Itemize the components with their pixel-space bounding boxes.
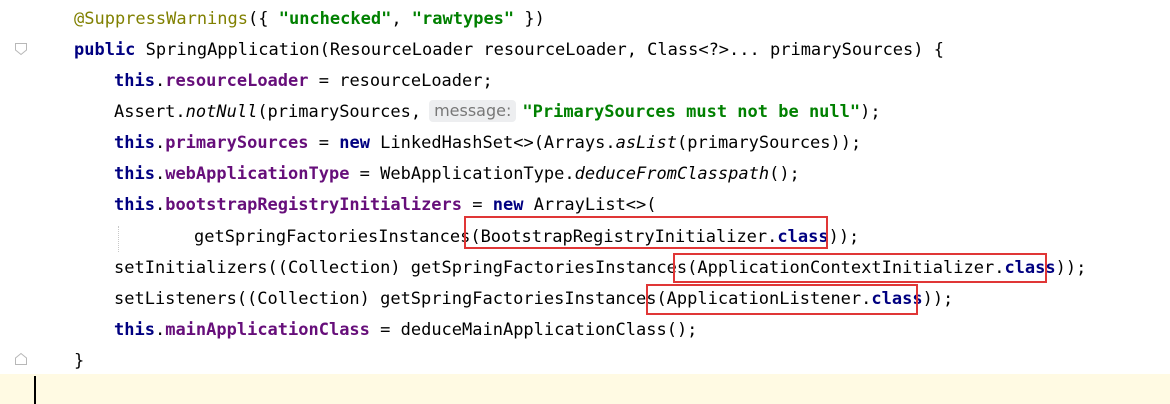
current-line-highlight bbox=[0, 374, 1170, 404]
code-token: )); bbox=[828, 227, 860, 247]
code-token: resourceLoader bbox=[165, 71, 309, 91]
code-token: . bbox=[154, 320, 166, 340]
code-token: = WebApplicationType. bbox=[349, 164, 575, 184]
code-text: this.webApplicationType = WebApplication… bbox=[114, 159, 800, 190]
code-token: ); bbox=[860, 102, 881, 122]
code-text: @SuppressWarnings({ "unchecked", "rawtyp… bbox=[74, 4, 545, 35]
code-token: public bbox=[74, 40, 136, 60]
code-line-2: public SpringApplication(ResourceLoader … bbox=[0, 35, 1170, 66]
code-token: }) bbox=[514, 9, 545, 29]
highlight-box-context-initializer bbox=[673, 253, 1047, 283]
code-line-12: } bbox=[0, 346, 1170, 377]
code-token: LinkedHashSet<>(Arrays. bbox=[369, 133, 616, 153]
code-token: = bbox=[308, 133, 340, 153]
code-line-4: Assert.notNull(primarySources, message: "P… bbox=[0, 97, 1170, 128]
code-token: Assert. bbox=[114, 102, 186, 122]
code-token: webApplicationType bbox=[165, 164, 350, 184]
code-token: )); bbox=[922, 289, 954, 309]
code-token: = deduceMainApplicationClass(); bbox=[369, 320, 698, 340]
code-token: (); bbox=[769, 164, 800, 184]
code-line-11: this.mainApplicationClass = deduceMainAp… bbox=[0, 315, 1170, 346]
highlight-box-listener bbox=[646, 284, 918, 315]
code-token: )); bbox=[1055, 258, 1087, 278]
highlight-box-bootstrap bbox=[464, 216, 828, 249]
code-token: . bbox=[154, 195, 166, 215]
code-token: (primarySources, bbox=[257, 102, 422, 122]
code-token: notNull bbox=[185, 102, 258, 122]
code-token: SpringApplication(ResourceLoader resourc… bbox=[135, 40, 944, 60]
code-token: . bbox=[154, 71, 166, 91]
code-token: this bbox=[114, 133, 155, 153]
code-token: "unchecked" bbox=[278, 9, 392, 29]
code-editor[interactable]: @SuppressWarnings({ "unchecked", "rawtyp… bbox=[0, 0, 1170, 404]
code-token: . bbox=[154, 133, 166, 153]
code-token: primarySources bbox=[165, 133, 309, 153]
code-token: this bbox=[114, 195, 155, 215]
code-token: (primarySources)); bbox=[677, 133, 862, 153]
code-token: , bbox=[391, 9, 412, 29]
code-token: new bbox=[339, 133, 370, 153]
code-text: Assert.notNull(primarySources, message: "P… bbox=[114, 97, 881, 128]
code-token: this bbox=[114, 71, 155, 91]
code-token: deduceFromClasspath bbox=[574, 164, 770, 184]
indent-guide bbox=[118, 226, 119, 252]
code-token: new bbox=[492, 195, 524, 215]
code-line-6: this.webApplicationType = WebApplication… bbox=[0, 159, 1170, 190]
code-token: "rawtypes" bbox=[411, 9, 515, 29]
code-token: = bbox=[462, 195, 493, 215]
code-line-5: this.primarySources = new LinkedHashSet<… bbox=[0, 128, 1170, 159]
code-token: bootstrapRegistryInitializers bbox=[165, 195, 463, 215]
code-text: public SpringApplication(ResourceLoader … bbox=[74, 35, 944, 66]
code-text: this.resourceLoader = resourceLoader; bbox=[114, 66, 493, 97]
code-token: "PrimarySources must not be null" bbox=[522, 102, 861, 122]
code-token: mainApplicationClass bbox=[165, 320, 370, 340]
code-token: ArrayList<>( bbox=[523, 195, 657, 215]
code-line-10: setListeners((Collection) getSpringFacto… bbox=[0, 284, 1170, 315]
code-line-1: @SuppressWarnings({ "unchecked", "rawtyp… bbox=[0, 4, 1170, 35]
code-token: asList bbox=[615, 133, 677, 153]
code-text: this.primarySources = new LinkedHashSet<… bbox=[114, 128, 861, 159]
code-token: this bbox=[114, 164, 155, 184]
code-token: . bbox=[154, 164, 166, 184]
code-text: this.mainApplicationClass = deduceMainAp… bbox=[114, 315, 697, 346]
code-text: } bbox=[74, 346, 84, 377]
code-token: @SuppressWarnings bbox=[74, 9, 248, 29]
code-token: ({ bbox=[248, 9, 279, 29]
code-line-3: this.resourceLoader = resourceLoader; bbox=[0, 66, 1170, 97]
text-caret bbox=[34, 376, 36, 404]
code-token: = resourceLoader; bbox=[308, 71, 493, 91]
code-token: this bbox=[114, 320, 155, 340]
parameter-hint: message: bbox=[429, 100, 517, 122]
code-token: } bbox=[74, 351, 85, 371]
